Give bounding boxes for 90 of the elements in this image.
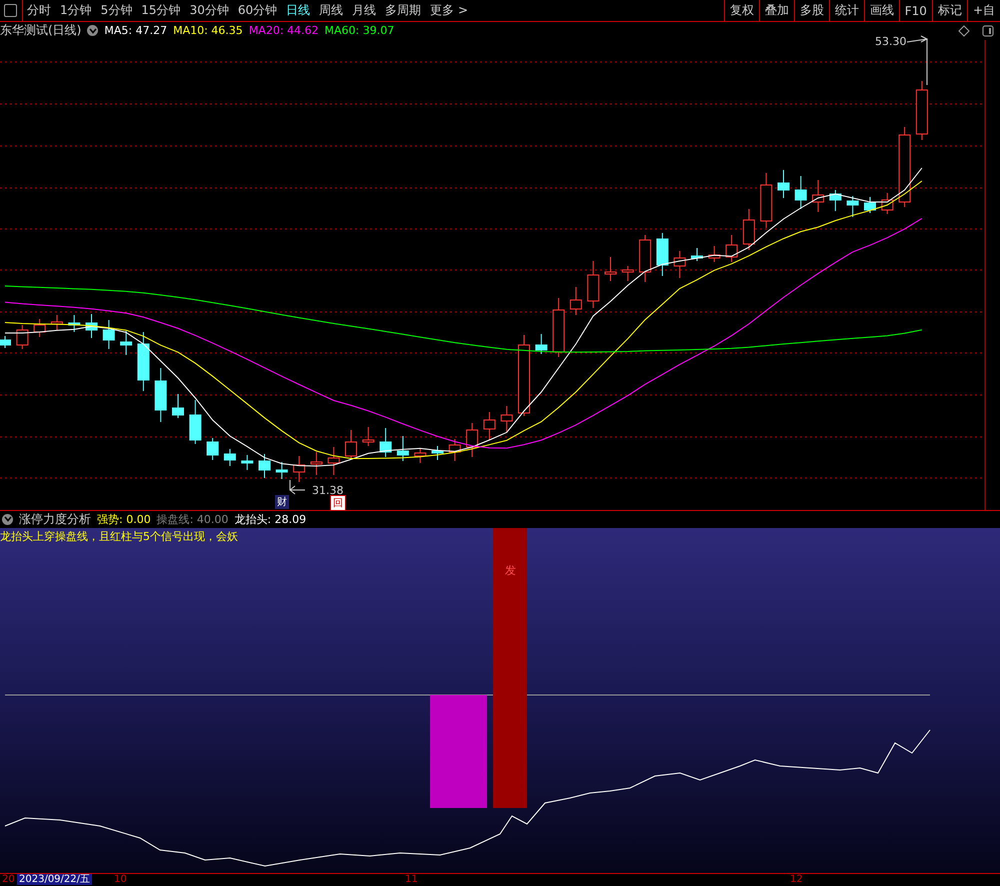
candle: [328, 446, 340, 476]
period-tab[interactable]: 周线: [319, 2, 344, 19]
candle: [466, 422, 478, 458]
candle: [829, 189, 842, 212]
candle: [794, 175, 807, 210]
indicator-value: 操盘线: 40.00: [156, 512, 228, 527]
candle: [639, 234, 652, 282]
candle: [258, 453, 270, 478]
candle: [760, 172, 772, 228]
candle: [691, 247, 703, 262]
candle: [812, 179, 824, 212]
indicator-note: 龙抬头上穿操盘线，且红柱与5个信号出现，会妖: [0, 529, 238, 544]
candle: [380, 427, 392, 458]
candle: [137, 331, 150, 392]
candle: [656, 232, 668, 276]
cursor-date: 2023/09/22/五: [17, 874, 92, 886]
axis-label: 11: [405, 874, 418, 886]
panel-toggle-icon[interactable]: [4, 4, 17, 17]
leader-line: [289, 479, 306, 494]
candle: [68, 314, 80, 332]
candle: [604, 256, 616, 282]
candle: [86, 313, 98, 338]
candle: [587, 260, 600, 308]
candle: [50, 314, 63, 330]
candle: [674, 250, 686, 278]
period-tab[interactable]: 5分钟: [100, 2, 132, 19]
indicator-value: 龙抬头: 28.09: [234, 512, 306, 527]
candle: [622, 265, 634, 282]
ma-value: MA60: 39.07: [324, 24, 394, 38]
diamond-icon[interactable]: [958, 24, 970, 37]
signal-label: 发: [505, 563, 516, 578]
candle: [414, 448, 426, 464]
ma-value: MA20: 44.62: [248, 24, 319, 38]
candle: [432, 445, 444, 460]
candle: [293, 455, 306, 482]
candle: [241, 454, 254, 470]
candle: [16, 324, 28, 350]
candle: [916, 80, 928, 140]
period-tab[interactable]: 月线: [352, 2, 376, 19]
candle: [362, 426, 374, 446]
panel-icon[interactable]: [982, 24, 994, 37]
candle: [500, 405, 513, 434]
period-tab[interactable]: 30分钟: [190, 2, 229, 19]
candle: [396, 435, 409, 462]
candle: [120, 330, 132, 356]
dropdown-icon[interactable]: [2, 514, 13, 525]
candle: [742, 208, 755, 250]
candle: [846, 195, 859, 218]
period-tab[interactable]: 更多 >: [430, 2, 468, 19]
candle: [448, 438, 461, 462]
period-tab[interactable]: 60分钟: [238, 2, 278, 19]
leader-line: [906, 35, 928, 86]
candle: [102, 319, 115, 350]
candle: [708, 245, 720, 262]
candle: [864, 196, 876, 214]
candle: [310, 451, 322, 476]
candle: [483, 411, 496, 440]
candle: [189, 399, 202, 444]
candle: [276, 461, 288, 480]
candle: [172, 393, 184, 418]
candle: [224, 448, 236, 466]
event-marker[interactable]: 回: [330, 494, 346, 511]
candle: [154, 367, 167, 422]
candle: [345, 429, 357, 460]
ma-value: MA10: 46.35: [173, 24, 243, 38]
axis-label: 20: [2, 874, 15, 886]
high-price-label: 53.30: [875, 34, 906, 48]
axis-label: 10: [114, 874, 127, 886]
period-tab[interactable]: 1分钟: [60, 2, 92, 19]
candle: [570, 286, 582, 316]
candle: [726, 234, 738, 262]
candle: [881, 192, 894, 214]
candle: [206, 437, 219, 460]
stock-title: 东华测试(日线): [0, 22, 82, 40]
candle: [552, 297, 565, 358]
candle: [778, 169, 790, 198]
low-price-label: 31.38: [312, 484, 344, 497]
ma-value: MA5: 47.27: [104, 24, 168, 38]
dropdown-icon[interactable]: [87, 25, 98, 36]
indicator-name: 涨停力度分析: [19, 510, 91, 528]
candle: [0, 335, 11, 348]
period-tab[interactable]: 分时: [27, 2, 51, 19]
event-marker[interactable]: 财: [275, 494, 289, 509]
indicator-value: 强势: 0.00: [97, 512, 151, 527]
axis-label: 12: [790, 874, 803, 886]
period-tab[interactable]: 日线: [286, 2, 310, 19]
candle: [34, 318, 46, 338]
period-tab[interactable]: 15分钟: [141, 2, 181, 19]
candle: [535, 333, 548, 354]
period-tab[interactable]: 多周期: [385, 2, 422, 19]
